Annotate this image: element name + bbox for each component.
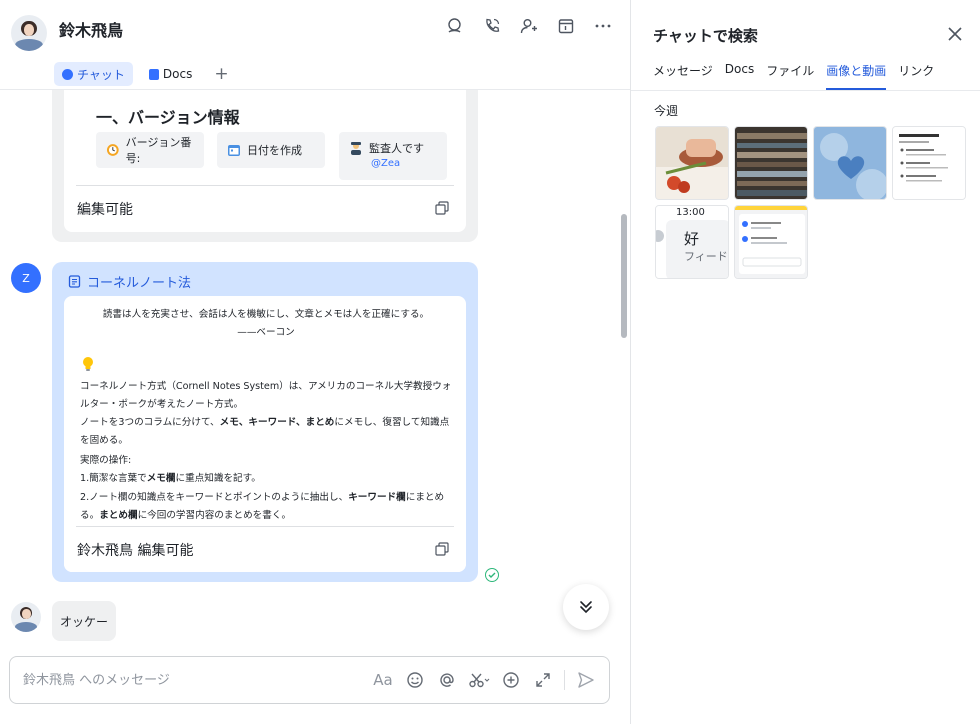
note-footer: 鈴木飛鳥 編集可能 xyxy=(64,526,466,572)
section-this-week: 今週 xyxy=(654,104,679,118)
version-info-doc: 一、バージョン情報 バージョン番号: 日付を作成 監査人です @Zea 編集可能 xyxy=(64,70,466,232)
message-composer: Aa xyxy=(9,656,610,704)
thumb-char: 好 xyxy=(684,230,700,248)
image-thumbnail[interactable]: 13:00 好 フィードバック xyxy=(655,205,729,279)
version-info-card[interactable]: 一、バージョン情報 バージョン番号: 日付を作成 監査人です @Zea 編集可能 xyxy=(52,70,478,242)
user-avatar[interactable] xyxy=(11,602,41,632)
document-icon xyxy=(68,275,81,288)
lightbulb-icon xyxy=(83,357,93,371)
tab-links[interactable]: リンク xyxy=(898,62,934,90)
note-preview: 読書は人を充実させ、会話は人を機敏にし、文章とメモは人を正確にする。——ベーコン… xyxy=(64,296,466,572)
add-member-icon[interactable] xyxy=(519,16,539,36)
reply-message: オッケー xyxy=(52,601,116,641)
tab-messages[interactable]: メッセージ xyxy=(653,62,713,90)
image-thumbnail[interactable] xyxy=(892,126,966,200)
auditor-field[interactable]: 監査人です @Zea xyxy=(339,132,447,180)
mention-icon[interactable] xyxy=(436,669,458,691)
image-thumbnail[interactable] xyxy=(734,205,808,279)
text-format-icon[interactable]: Aa xyxy=(372,669,394,691)
scroll-to-bottom-button[interactable] xyxy=(563,584,609,630)
more-icon[interactable] xyxy=(593,16,613,36)
toolbar-separator xyxy=(564,670,565,690)
note-paragraph-5: 2.ノート欄の知識点をキーワードとポイントのように抽出し、キーワード欄にまとめる… xyxy=(80,492,445,521)
chat-title[interactable]: 鈴木飛鳥 xyxy=(59,17,123,41)
tab-divider xyxy=(631,90,980,91)
auditor-icon xyxy=(351,142,361,155)
version-number-field[interactable]: バージョン番号: xyxy=(96,132,204,168)
clock-icon xyxy=(106,144,119,156)
note-paragraph-2: ノートを3つのコラムに分けて、メモ、キーワード、まとめにメモし、復習して知識点を… xyxy=(80,417,450,446)
edit-permission-label: 鈴木飛鳥 編集可能 xyxy=(77,543,194,559)
card-divider xyxy=(76,526,454,527)
thumb-time: 13:00 xyxy=(676,207,705,218)
screenshot-icon[interactable] xyxy=(468,669,490,691)
phone-icon[interactable] xyxy=(482,16,502,36)
calendar-icon xyxy=(228,145,240,156)
auditor-mention[interactable]: @Zea xyxy=(349,158,400,169)
add-attachment-icon[interactable] xyxy=(500,669,522,691)
image-thumbnail[interactable] xyxy=(813,126,887,200)
close-icon[interactable] xyxy=(946,25,964,43)
card-divider xyxy=(76,185,454,186)
sender-avatar-z[interactable]: Z xyxy=(11,263,41,293)
add-tab-button[interactable]: + xyxy=(214,64,228,84)
copy-icon[interactable] xyxy=(435,542,449,556)
calendar-icon[interactable] xyxy=(556,16,576,36)
chat-header: 鈴木飛鳥 チャット Docs + xyxy=(0,0,630,90)
note-paragraph-1: コーネルノート方式（Cornell Notes System）は、アメリカのコー… xyxy=(80,381,452,410)
expand-icon[interactable] xyxy=(532,669,554,691)
image-thumbnail[interactable] xyxy=(655,126,729,200)
doc-link[interactable]: コーネルノート法 xyxy=(68,272,191,291)
thumb-label: フィードバック xyxy=(684,250,728,263)
copy-icon[interactable] xyxy=(435,201,449,215)
chat-icon xyxy=(62,68,73,80)
chat-scrollbar[interactable] xyxy=(621,214,627,338)
cornell-note-card[interactable]: コーネルノート法 読書は人を充実させ、会話は人を機敏にし、文章とメモは人を正確に… xyxy=(52,262,478,582)
version-number-label: バージョン番号: xyxy=(125,136,192,165)
read-receipt-icon xyxy=(485,568,499,582)
note-paragraph-3: 実際の操作: xyxy=(80,455,132,466)
panel-title: チャットで検索 xyxy=(653,27,758,45)
edit-permission-label: 編集可能 xyxy=(77,202,133,218)
doc-link-title: コーネルノート法 xyxy=(87,276,192,291)
quote-text: 読書は人を充実させ、会話は人を機敏にし、文章とメモは人を正確にする。——ベーコン xyxy=(102,309,430,338)
search-panel: チャットで検索 メッセージ Docs ファイル 画像と動画 リンク 今週 13:… xyxy=(630,0,980,724)
search-chat-icon[interactable] xyxy=(445,16,465,36)
tab-chat[interactable]: チャット xyxy=(54,62,133,86)
tab-docs[interactable]: Docs xyxy=(141,62,200,86)
tab-images-videos[interactable]: 画像と動画 xyxy=(826,62,887,90)
tab-docs[interactable]: Docs xyxy=(725,62,754,90)
tab-files[interactable]: ファイル xyxy=(766,62,814,90)
send-icon[interactable] xyxy=(575,669,597,691)
version-heading: 一、バージョン情報 xyxy=(96,108,240,127)
chat-pane: 一、バージョン情報 バージョン番号: 日付を作成 監査人です @Zea 編集可能… xyxy=(0,0,630,724)
emoji-icon[interactable] xyxy=(404,669,426,691)
docs-icon xyxy=(148,68,159,80)
double-chevron-down-icon xyxy=(580,601,592,614)
message-input[interactable] xyxy=(23,669,363,691)
auditor-label: 監査人です xyxy=(369,142,424,155)
contact-avatar[interactable] xyxy=(11,15,47,51)
image-thumbnail[interactable] xyxy=(734,126,808,200)
create-date-label: 日付を作成 xyxy=(247,144,302,157)
create-date-field[interactable]: 日付を作成 xyxy=(217,132,325,168)
note-paragraph-4: 1.簡潔な言葉でメモ欄に重点知識を記す。 xyxy=(80,473,261,484)
